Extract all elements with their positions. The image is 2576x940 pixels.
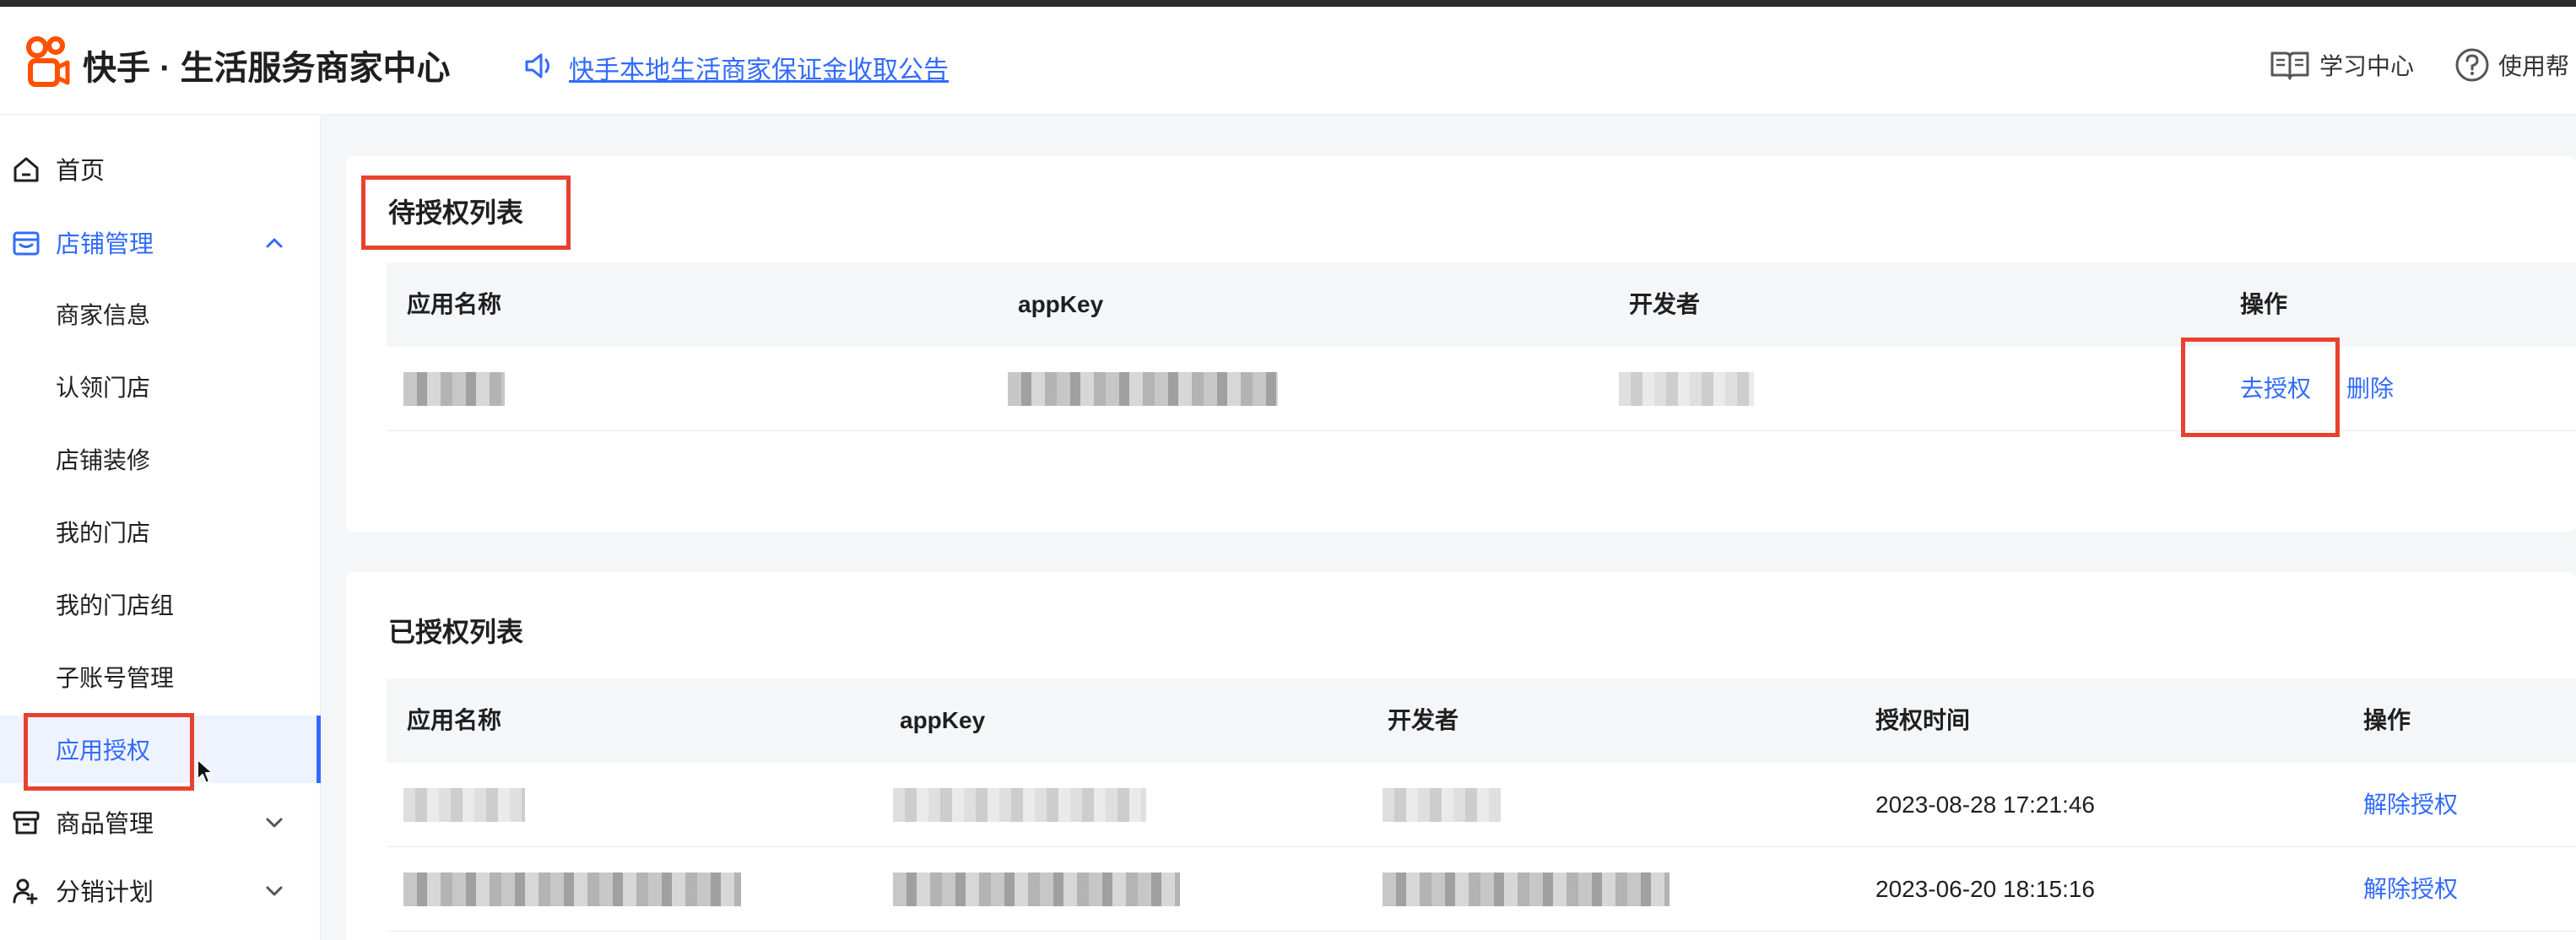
pending-auth-title: 待授权列表 (388, 197, 524, 228)
question-icon (2455, 48, 2489, 82)
auth-time: 2023-06-20 18:15:16 (1875, 876, 2095, 902)
redacted-app-name (403, 872, 741, 906)
chevron-up-icon (266, 238, 283, 248)
learning-center-label: 学习中心 (2319, 53, 2415, 79)
notice-link[interactable]: 快手本地生活商家保证金收取公告 (569, 49, 949, 86)
sidebar-item-label: 我的门店 (56, 520, 151, 546)
pending-auth-card: 待授权列表 应用名称 appKey 开发者 操作 去授权 删除 (346, 156, 2576, 532)
kuaishou-logo (26, 36, 70, 87)
sidebar-item-label: 商家信息 (56, 302, 151, 328)
chevron-down-icon (266, 886, 283, 896)
sidebar-item-app-authorization[interactable]: 应用授权 (0, 716, 321, 783)
nav-store-management[interactable]: 店铺管理 (0, 217, 321, 267)
sidebar-item-label: 店铺装修 (56, 447, 151, 473)
delete-link[interactable]: 删除 (2346, 347, 2394, 431)
sidebar: 首页 店铺管理 商家信息 认领门店 店铺装修 我的门店 我的门店组 子账号管理 … (0, 116, 321, 940)
redacted-appkey (1008, 372, 1278, 406)
store-icon (13, 231, 40, 256)
table-row: 2023-08-28 17:21:46 解除授权 (387, 763, 2576, 847)
redacted-appkey (893, 872, 1180, 906)
column-header-auth-time: 授权时间 (1875, 707, 1971, 733)
column-header-actions: 操作 (2240, 291, 2288, 317)
top-header: 快手 · 生活服务商家中心 快手本地生活商家保证金收取公告 学习中心 使用帮 (0, 7, 2576, 115)
column-header-developer: 开发者 (1629, 291, 1701, 317)
speaker-icon (525, 53, 549, 78)
sidebar-item-store-decoration[interactable]: 店铺装修 (0, 434, 321, 484)
redacted-app-name (403, 788, 525, 822)
box-icon (13, 811, 40, 835)
authorized-table-header: 应用名称 appKey 开发者 授权时间 操作 (387, 678, 2576, 763)
sidebar-item-label: 子账号管理 (56, 665, 175, 691)
nav-distribution-plan-label: 分销计划 (56, 879, 154, 906)
sidebar-item-sub-accounts[interactable]: 子账号管理 (0, 651, 321, 702)
column-header-appkey: appKey (900, 707, 986, 733)
chevron-down-icon (266, 818, 283, 828)
home-icon (14, 157, 39, 182)
redacted-appkey (893, 788, 1146, 822)
nav-distribution-plan[interactable]: 分销计划 (0, 865, 321, 916)
revoke-authorization-link[interactable]: 解除授权 (2363, 847, 2458, 932)
column-header-app-name: 应用名称 (407, 707, 502, 733)
help-link[interactable]: 使用帮 (2454, 44, 2569, 86)
sidebar-item-label: 认领门店 (56, 375, 151, 401)
nav-home-label: 首页 (56, 158, 106, 185)
authorized-title: 已授权列表 (388, 617, 524, 647)
window-top-bar (0, 0, 2576, 7)
redacted-app-name (403, 372, 505, 406)
pending-table-header: 应用名称 appKey 开发者 操作 (387, 262, 2576, 347)
sidebar-item-label: 应用授权 (56, 737, 151, 764)
auth-time: 2023-08-28 17:21:46 (1875, 791, 2095, 818)
column-header-actions: 操作 (2363, 707, 2411, 733)
help-label: 使用帮 (2498, 53, 2570, 79)
redacted-developer (1383, 788, 1501, 822)
learning-center-link[interactable]: 学习中心 (2269, 44, 2414, 86)
authorize-link[interactable]: 去授权 (2240, 347, 2311, 431)
book-icon (2270, 51, 2309, 80)
mouse-cursor-icon (197, 759, 214, 784)
sidebar-item-claim-store[interactable]: 认领门店 (0, 361, 321, 412)
nav-store-management-label: 店铺管理 (56, 231, 154, 258)
column-header-appkey: appKey (1018, 291, 1104, 317)
column-header-app-name: 应用名称 (407, 291, 502, 317)
table-row: 去授权 删除 (387, 347, 2576, 431)
sidebar-item-my-stores[interactable]: 我的门店 (0, 506, 321, 557)
column-header-developer: 开发者 (1388, 707, 1459, 733)
nav-goods-management-label: 商品管理 (56, 811, 154, 838)
sidebar-item-my-store-groups[interactable]: 我的门店组 (0, 579, 321, 629)
sidebar-item-label: 我的门店组 (56, 592, 175, 619)
authorized-card: 已授权列表 应用名称 appKey 开发者 授权时间 操作 2023-08-28… (346, 572, 2576, 940)
revoke-authorization-link[interactable]: 解除授权 (2363, 763, 2458, 847)
nav-goods-management[interactable]: 商品管理 (0, 797, 321, 847)
nav-home[interactable]: 首页 (0, 143, 321, 194)
table-row: 2023-06-20 18:15:16 解除授权 (387, 847, 2576, 932)
user-share-icon (13, 878, 38, 905)
brand-title: 快手 · 生活服务商家中心 (83, 50, 451, 87)
redacted-developer (1619, 372, 1754, 406)
sidebar-item-merchant-info[interactable]: 商家信息 (0, 289, 321, 339)
redacted-developer (1383, 872, 1670, 906)
